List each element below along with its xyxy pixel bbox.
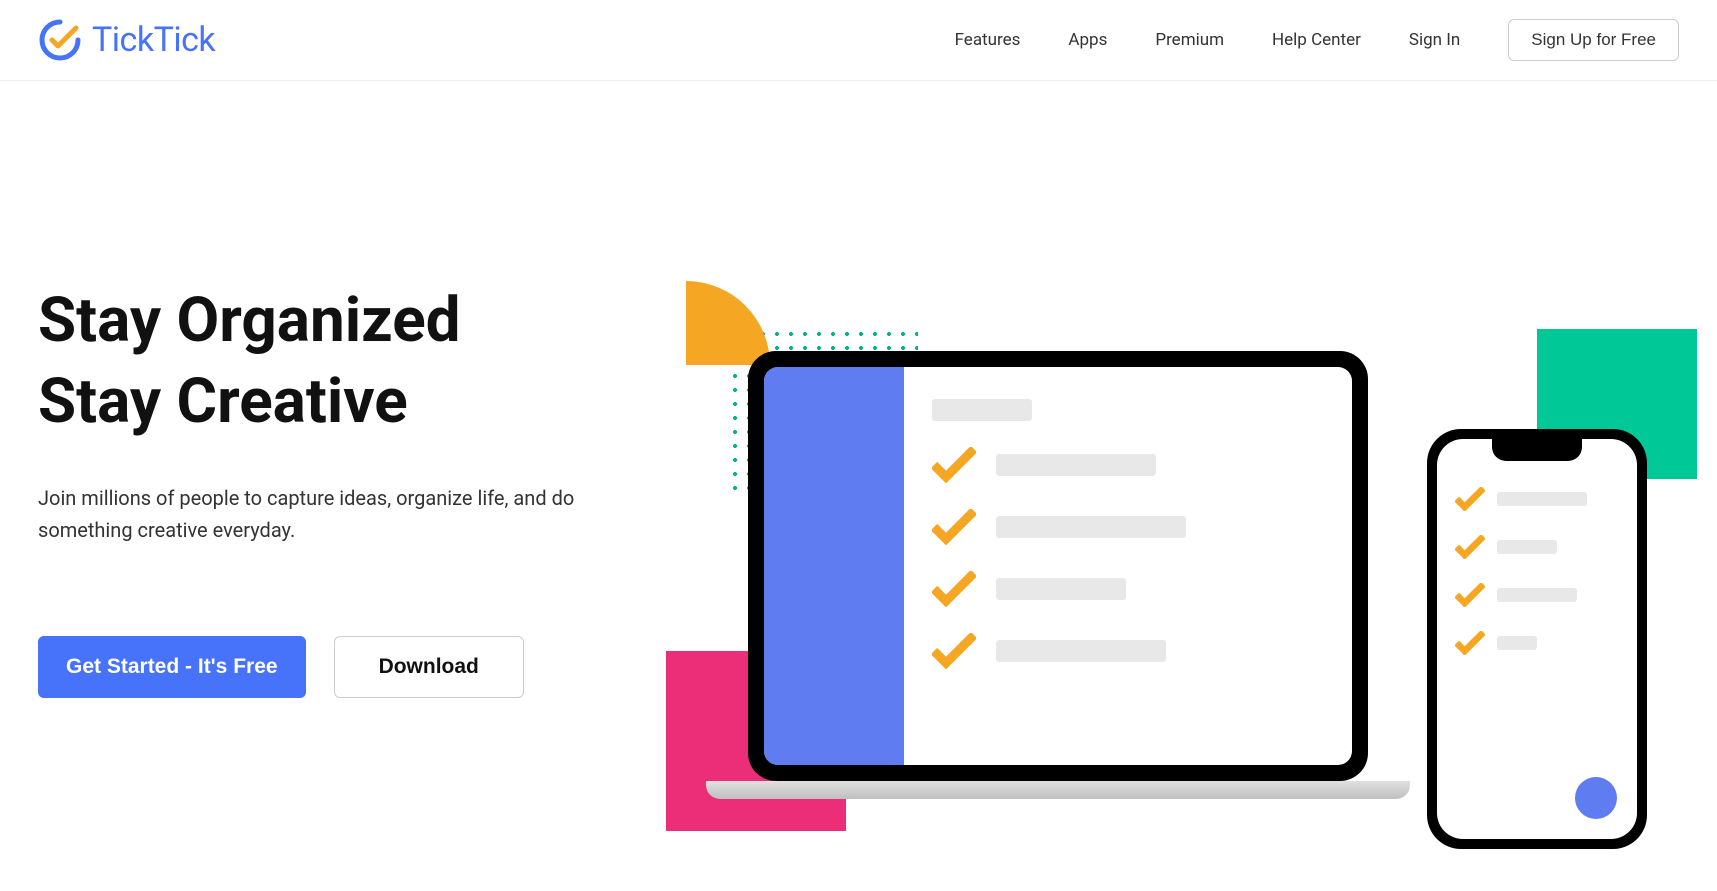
placeholder-title <box>932 399 1032 421</box>
check-icon <box>1455 583 1485 607</box>
placeholder-line <box>996 454 1156 476</box>
hero-subtitle: Join millions of people to capture ideas… <box>38 482 658 546</box>
nav-help-center[interactable]: Help Center <box>1272 30 1361 50</box>
logo-text: TickTick <box>92 20 215 60</box>
placeholder-line <box>996 578 1126 600</box>
check-icon <box>1455 631 1485 655</box>
laptop-sidebar <box>764 367 904 765</box>
nav-sign-in[interactable]: Sign In <box>1409 30 1460 50</box>
logo-icon <box>38 18 82 62</box>
hero-title-line1: Stay Organized <box>38 284 461 357</box>
check-icon <box>932 509 976 545</box>
phone-fab-button <box>1575 777 1617 819</box>
check-icon <box>932 571 976 607</box>
hero-section: Stay Organized Stay Creative Join millio… <box>0 81 1717 891</box>
sign-up-button[interactable]: Sign Up for Free <box>1508 19 1679 61</box>
logo[interactable]: TickTick <box>38 18 215 62</box>
hero-buttons: Get Started - It's Free Download <box>38 636 678 698</box>
check-icon <box>1455 487 1485 511</box>
hero-illustration <box>678 221 1717 891</box>
decorative-quarter-circle <box>686 281 770 365</box>
placeholder-line <box>1497 540 1557 554</box>
laptop-base <box>706 781 1410 799</box>
phone-screen <box>1437 439 1637 839</box>
placeholder-line <box>1497 636 1537 650</box>
placeholder-line <box>996 640 1166 662</box>
task-row <box>932 447 1324 483</box>
nav-premium[interactable]: Premium <box>1155 30 1224 50</box>
download-button[interactable]: Download <box>334 636 524 698</box>
nav-features[interactable]: Features <box>955 30 1021 50</box>
task-row <box>1455 535 1619 559</box>
check-icon <box>1455 535 1485 559</box>
task-row <box>932 509 1324 545</box>
task-row <box>932 571 1324 607</box>
phone-notch <box>1492 439 1582 461</box>
phone-illustration <box>1427 429 1647 849</box>
placeholder-line <box>1497 588 1577 602</box>
task-row <box>1455 631 1619 655</box>
laptop-illustration <box>748 351 1368 781</box>
task-row <box>1455 487 1619 511</box>
laptop-screen <box>764 367 1352 765</box>
placeholder-line <box>1497 492 1587 506</box>
placeholder-line <box>996 516 1186 538</box>
check-icon <box>932 633 976 669</box>
get-started-button[interactable]: Get Started - It's Free <box>38 636 306 698</box>
navigation: Features Apps Premium Help Center Sign I… <box>955 19 1679 61</box>
hero-text-column: Stay Organized Stay Creative Join millio… <box>38 221 678 891</box>
nav-apps[interactable]: Apps <box>1068 30 1107 50</box>
task-row <box>1455 583 1619 607</box>
check-icon <box>932 447 976 483</box>
hero-title-line2: Stay Creative <box>38 365 408 438</box>
laptop-content <box>904 367 1352 765</box>
header: TickTick Features Apps Premium Help Cent… <box>0 0 1717 81</box>
hero-title: Stay Organized Stay Creative <box>38 281 678 442</box>
task-row <box>932 633 1324 669</box>
